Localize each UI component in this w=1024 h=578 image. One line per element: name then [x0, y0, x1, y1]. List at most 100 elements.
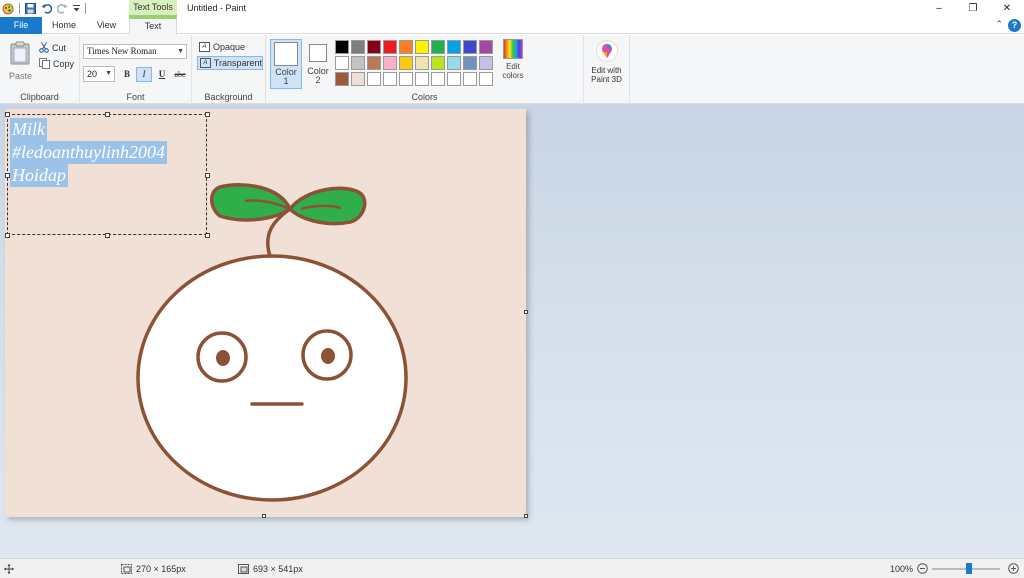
cursor-position-icon	[4, 559, 14, 578]
chevron-down-icon: ▼	[177, 47, 184, 55]
selection-handle[interactable]	[205, 233, 210, 238]
text-line-3: Hoidap	[10, 164, 68, 187]
zoom-in-icon[interactable]	[1008, 559, 1019, 578]
zoom-slider-thumb[interactable]	[966, 563, 972, 574]
background-group: A Opaque A Transparent Background	[192, 35, 266, 104]
canvas-resize-handle-bottom[interactable]	[262, 514, 266, 518]
copy-label: Copy	[53, 58, 75, 69]
color-wheel-icon	[503, 39, 523, 59]
tab-home[interactable]: Home	[47, 17, 81, 34]
color1-button[interactable]: Color 1	[270, 39, 302, 89]
opaque-button[interactable]: A Opaque	[197, 40, 263, 54]
undo-icon[interactable]	[41, 3, 52, 14]
paste-button[interactable]: Paste	[9, 41, 32, 81]
tab-view[interactable]: View	[90, 17, 123, 34]
color2-button[interactable]: Color 2	[302, 39, 334, 89]
close-button[interactable]: ✕	[990, 0, 1024, 17]
palette-color-24[interactable]	[383, 72, 397, 86]
palette-color-16[interactable]	[415, 56, 429, 70]
zoom-out-icon[interactable]	[917, 559, 928, 578]
palette-color-22[interactable]	[351, 72, 365, 86]
color1-swatch	[274, 42, 298, 66]
font-family-select[interactable]: Times New Roman ▼	[83, 44, 187, 59]
palette-color-2[interactable]	[351, 40, 365, 54]
palette-color-26[interactable]	[415, 72, 429, 86]
palette-color-25[interactable]	[399, 72, 413, 86]
canvas-resize-handle-right[interactable]	[524, 310, 528, 314]
selection-handle[interactable]	[5, 233, 10, 238]
palette-color-1[interactable]	[335, 40, 349, 54]
customize-qat-icon[interactable]	[73, 4, 80, 13]
help-icon[interactable]: ?	[1008, 19, 1021, 32]
strikethrough-button[interactable]: abc	[172, 67, 188, 82]
italic-button[interactable]: I	[136, 67, 152, 82]
qat-separator	[85, 3, 86, 14]
palette-color-17[interactable]	[431, 56, 445, 70]
minimize-button[interactable]: –	[922, 0, 956, 17]
palette-color-21[interactable]	[335, 72, 349, 86]
tab-text[interactable]: Text	[129, 17, 177, 35]
cut-button[interactable]: Cut	[39, 41, 66, 54]
selection-handle[interactable]	[105, 112, 110, 117]
redo-icon[interactable]	[57, 3, 68, 14]
head	[136, 254, 408, 502]
ribbon-tabs: File Home View Text ⌃ ?	[0, 17, 1024, 35]
font-group-label: Font	[126, 92, 145, 102]
collapse-ribbon-icon[interactable]: ⌃	[995, 19, 1003, 30]
quick-access-toolbar	[0, 2, 86, 15]
colors-group-label: Colors	[411, 92, 438, 102]
color-palette	[334, 39, 494, 87]
palette-color-29[interactable]	[463, 72, 477, 86]
edit-colors-button[interactable]: Edit colors	[500, 39, 526, 80]
selection-size-icon	[121, 563, 132, 574]
canvas-resize-handle-corner[interactable]	[524, 514, 528, 518]
palette-color-23[interactable]	[367, 72, 381, 86]
palette-color-19[interactable]	[463, 56, 477, 70]
palette-color-12[interactable]	[351, 56, 365, 70]
canvas-workspace[interactable]: Milk #ledoanthuylinh2004 Hoidap	[0, 104, 1024, 558]
palette-color-9[interactable]	[463, 40, 477, 54]
palette-color-6[interactable]	[415, 40, 429, 54]
title-bar: Text Tools Untitled - Paint – ❐ ✕	[0, 0, 1024, 17]
palette-color-18[interactable]	[447, 56, 461, 70]
edit-with-paint3d-button[interactable]: Edit with Paint 3D	[584, 35, 630, 104]
bold-button[interactable]: B	[119, 67, 135, 82]
palette-color-28[interactable]	[447, 72, 461, 86]
palette-color-4[interactable]	[383, 40, 397, 54]
palette-color-10[interactable]	[479, 40, 493, 54]
palette-color-13[interactable]	[367, 56, 381, 70]
selection-handle[interactable]	[205, 173, 210, 178]
selection-size-value: 270 × 165px	[136, 563, 186, 574]
scissors-icon	[39, 42, 49, 53]
ribbon: Paste Cut Copy Clipboard Times New Roman…	[0, 35, 1024, 104]
palette-color-11[interactable]	[335, 56, 349, 70]
palette-color-27[interactable]	[431, 72, 445, 86]
palette-color-30[interactable]	[479, 72, 493, 86]
left-leaf	[210, 183, 293, 222]
font-size-select[interactable]: 20 ▼	[83, 66, 115, 82]
opaque-icon: A	[199, 42, 210, 52]
transparent-label: Transparent	[213, 58, 262, 68]
selection-handle[interactable]	[5, 112, 10, 117]
palette-color-7[interactable]	[431, 40, 445, 54]
text-selection-box[interactable]: Milk #ledoanthuylinh2004 Hoidap	[7, 114, 207, 235]
palette-color-14[interactable]	[383, 56, 397, 70]
copy-button[interactable]: Copy	[39, 57, 74, 70]
palette-color-8[interactable]	[447, 40, 461, 54]
palette-color-20[interactable]	[479, 56, 493, 70]
palette-color-3[interactable]	[367, 40, 381, 54]
selection-handle[interactable]	[5, 173, 10, 178]
save-icon[interactable]	[25, 3, 36, 14]
palette-color-15[interactable]	[399, 56, 413, 70]
image-size-icon	[238, 563, 249, 574]
underline-button[interactable]: U	[154, 67, 170, 82]
selection-handle[interactable]	[205, 112, 210, 117]
paint-app-icon[interactable]	[2, 3, 14, 15]
restore-button[interactable]: ❐	[956, 0, 990, 17]
palette-color-5[interactable]	[399, 40, 413, 54]
background-group-label: Background	[204, 92, 253, 102]
tab-file[interactable]: File	[0, 17, 42, 34]
transparent-button[interactable]: A Transparent	[197, 56, 263, 70]
drawing-canvas[interactable]: Milk #ledoanthuylinh2004 Hoidap	[5, 109, 526, 517]
selection-handle[interactable]	[105, 233, 110, 238]
